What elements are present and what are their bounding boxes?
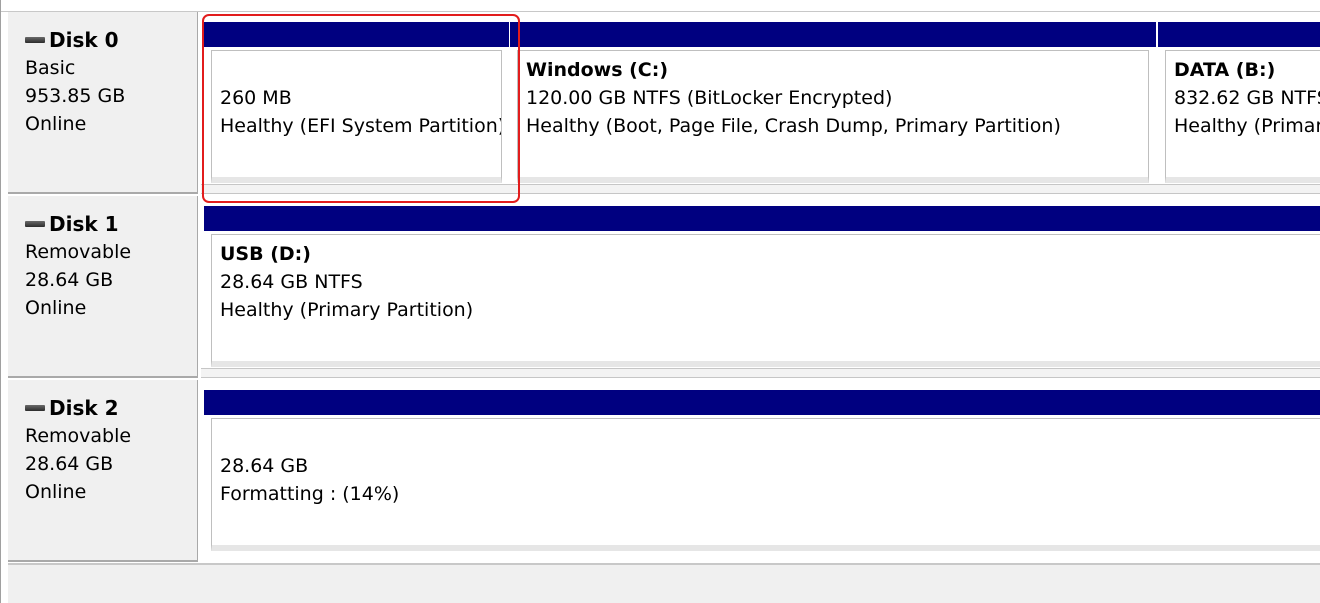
disk-1-partitions: USB (D:) 28.64 GB NTFS Healthy (Primary …	[201, 196, 1320, 378]
disk-0-status: Online	[25, 113, 87, 135]
disk-1-label[interactable]: Disk 1 Removable 28.64 GB Online	[8, 196, 198, 378]
partition-volume: Windows (C:)	[526, 59, 669, 81]
disk-1-partition-usb[interactable]: USB (D:) 28.64 GB NTFS Healthy (Primary …	[204, 206, 1320, 367]
partition-info: 28.64 GB	[220, 455, 309, 477]
disk-1-type: Removable	[25, 241, 132, 263]
disk-0-name-row: Disk 0	[25, 28, 119, 52]
partition-body: 28.64 GB Formatting : (14%)	[211, 418, 1320, 551]
disk-2-type: Removable	[25, 425, 132, 447]
disk-0-partition-efi[interactable]: 260 MB Healthy (EFI System Partition)	[204, 22, 509, 183]
partition-body: Windows (C:) 120.00 GB NTFS (BitLocker E…	[517, 50, 1149, 183]
disk-drive-icon	[25, 37, 45, 43]
partition-info: 260 MB	[220, 87, 292, 109]
disk-2-partition-formatting[interactable]: 28.64 GB Formatting : (14%)	[204, 390, 1320, 551]
disk-2-status: Online	[25, 481, 87, 503]
disk-drive-icon	[25, 405, 45, 411]
partition-health: Healthy (Boot, Page File, Crash Dump, Pr…	[526, 115, 1061, 137]
partition-bar	[204, 390, 1320, 415]
disk-0-partition-windows[interactable]: Windows (C:) 120.00 GB NTFS (BitLocker E…	[510, 22, 1156, 183]
partition-health: Healthy (EFI System Partition)	[220, 115, 502, 137]
disk-2-label[interactable]: Disk 2 Removable 28.64 GB Online	[8, 380, 198, 562]
disk-1-name-row: Disk 1	[25, 212, 119, 236]
partition-health: Formatting : (14%)	[220, 483, 400, 505]
partition-body: 260 MB Healthy (EFI System Partition)	[211, 50, 502, 183]
disk-2-name: Disk 2	[49, 396, 119, 420]
disk-0-size: 953.85 GB	[25, 85, 126, 107]
disk-0-type: Basic	[25, 57, 76, 79]
disk-0-name: Disk 0	[49, 28, 119, 52]
disk-0-partitions: 260 MB Healthy (EFI System Partition) Wi…	[201, 12, 1320, 194]
partition-bar	[510, 22, 1156, 47]
disk-0-label[interactable]: Disk 0 Basic 953.85 GB Online	[8, 12, 198, 194]
row-divider	[201, 368, 1320, 378]
partition-info: 28.64 GB NTFS	[220, 271, 363, 293]
partition-volume: USB (D:)	[220, 243, 311, 265]
partition-volume: DATA (B:)	[1174, 59, 1276, 81]
partition-health: Healthy (Primary Partition)	[1174, 115, 1320, 137]
partition-body: DATA (B:) 832.62 GB NTFS Healthy (Primar…	[1165, 50, 1320, 183]
partition-info: 832.62 GB NTFS	[1174, 87, 1320, 109]
disk-1-size: 28.64 GB	[25, 269, 114, 291]
partition-info: 120.00 GB NTFS (BitLocker Encrypted)	[526, 87, 893, 109]
disk-1-status: Online	[25, 297, 87, 319]
top-strip	[1, 0, 1320, 12]
disk-2-size: 28.64 GB	[25, 453, 114, 475]
partition-bar	[204, 22, 509, 47]
bottom-area	[8, 563, 1320, 603]
disk-drive-icon	[25, 221, 45, 227]
disk-1-name: Disk 1	[49, 212, 119, 236]
partition-bar	[204, 206, 1320, 231]
disk-2-name-row: Disk 2	[25, 396, 119, 420]
disk-2-partitions: 28.64 GB Formatting : (14%)	[201, 380, 1320, 562]
row-divider	[201, 184, 1320, 194]
partition-health: Healthy (Primary Partition)	[220, 299, 474, 321]
partition-bar	[1158, 22, 1320, 47]
disk-0-partition-data[interactable]: DATA (B:) 832.62 GB NTFS Healthy (Primar…	[1158, 22, 1320, 183]
disk-management-view: Disk 0 Basic 953.85 GB Online 260 MB Hea…	[0, 0, 1320, 603]
partition-body: USB (D:) 28.64 GB NTFS Healthy (Primary …	[211, 234, 1320, 367]
